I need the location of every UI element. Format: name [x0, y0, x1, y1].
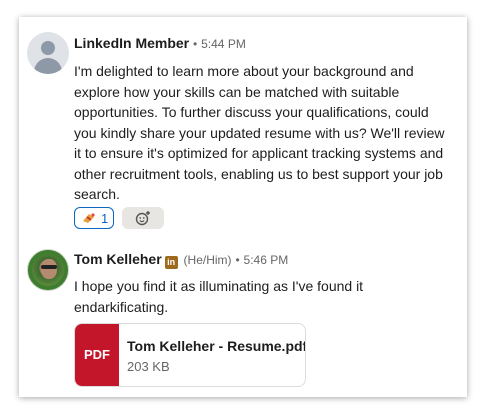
- separator-dot: •: [235, 253, 240, 267]
- pdf-attachment[interactable]: PDF Tom Kelleher - Resume.pdf 203 KB: [74, 323, 306, 387]
- attachment-file-size: 203 KB: [127, 359, 170, 374]
- sender-name[interactable]: Tom Kelleher: [74, 251, 162, 267]
- message-2: Tom Kelleher in (He/Him) • 5:46 PM I hope…: [19, 17, 467, 397]
- message-2-header: Tom Kelleher in (He/Him) • 5:46 PM: [74, 250, 288, 269]
- avatar-tom-kelleher[interactable]: [27, 249, 69, 291]
- message-2-body: I hope you find it as illuminating as I'…: [74, 278, 364, 315]
- conversation-panel: LinkedIn Member • 5:44 PM I'm delighted …: [19, 17, 467, 397]
- pdf-file-icon: PDF: [75, 324, 119, 386]
- pronouns: (He/Him): [183, 253, 232, 267]
- avatar-face: [41, 259, 57, 279]
- avatar-sunglasses: [41, 265, 57, 269]
- attachment-file-name: Tom Kelleher - Resume.pdf: [127, 338, 306, 354]
- timestamp: 5:46 PM: [243, 253, 289, 267]
- linkedin-premium-icon: in: [164, 256, 178, 269]
